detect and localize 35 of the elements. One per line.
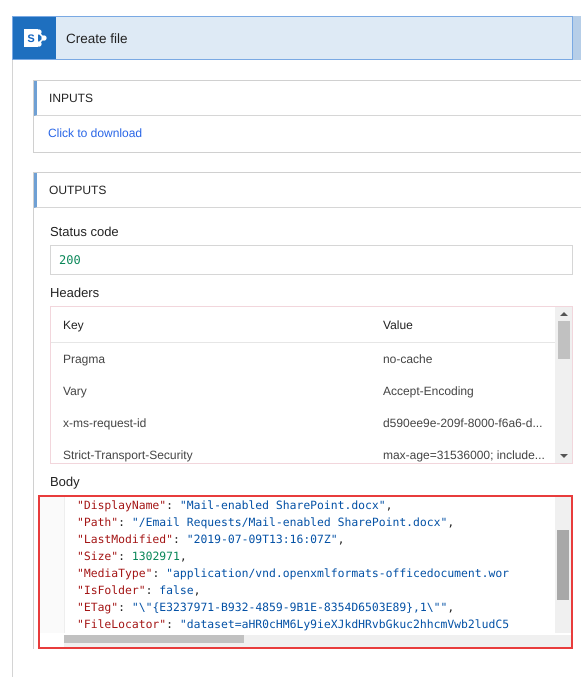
side-strip xyxy=(573,16,581,60)
code-line: "FileLocator": "dataset=aHR0cHM6Ly9ieXJkdHRvbGkuc2hhcmVwb2ludC5 xyxy=(77,616,510,633)
code-line: "Size": 1302971, xyxy=(77,548,188,565)
section-header: OUTPUTS xyxy=(34,173,581,208)
scrollbar[interactable] xyxy=(555,497,571,633)
table-cell-text: Strict-Transport-Security xyxy=(63,448,194,462)
table-cell-text: Accept-Encoding xyxy=(383,384,475,398)
status-code-field: 200 xyxy=(50,245,573,275)
table-cell-text: Vary xyxy=(63,384,88,398)
field-label: Status code xyxy=(50,224,120,239)
code-line: "LastModified": "2019-07-09T13:16:07Z", xyxy=(77,531,346,548)
column-header: Value xyxy=(383,318,414,332)
scrollbar[interactable] xyxy=(64,635,571,647)
table-cell-text: d590ee9e-209f-8000-f6a6-d... xyxy=(383,416,544,430)
table-cell-text: x-ms-request-id xyxy=(63,416,148,430)
action-header[interactable]: S Create file xyxy=(12,16,573,60)
table-cell-text: max-age=31536000; include... xyxy=(383,448,546,462)
code-line: "Path": "/Email Requests/Mail-enabled SharePoint.docx", xyxy=(77,514,456,531)
section-header: INPUTS xyxy=(34,81,581,116)
scroll-thumb[interactable] xyxy=(64,635,244,643)
download-link[interactable]: Click to download xyxy=(48,126,142,140)
code-line: "MediaType": "application/vnd.openxmlformats-officedocument.wor xyxy=(77,565,510,582)
column-header: Key xyxy=(63,318,85,332)
table-cell-text: Pragma xyxy=(63,352,106,366)
code-line: "IsFolder": false, xyxy=(77,582,202,599)
sharepoint-logo-icon: S xyxy=(13,17,56,59)
field-label: Body xyxy=(50,474,81,489)
scroll-thumb[interactable] xyxy=(558,321,570,359)
scrollbar[interactable] xyxy=(555,307,572,463)
code-line: "DisplayName": "Mail-enabled SharePoint.docx", xyxy=(77,497,394,514)
table-cell-text: no-cache xyxy=(383,352,434,366)
field-label: Headers xyxy=(50,285,100,300)
scroll-thumb[interactable] xyxy=(557,530,569,600)
code-line: "ETag": "\"{E3237971-B932-4859-9B1E-8354D6503E89},1\"", xyxy=(77,599,456,616)
action-title: Create file xyxy=(66,30,128,46)
